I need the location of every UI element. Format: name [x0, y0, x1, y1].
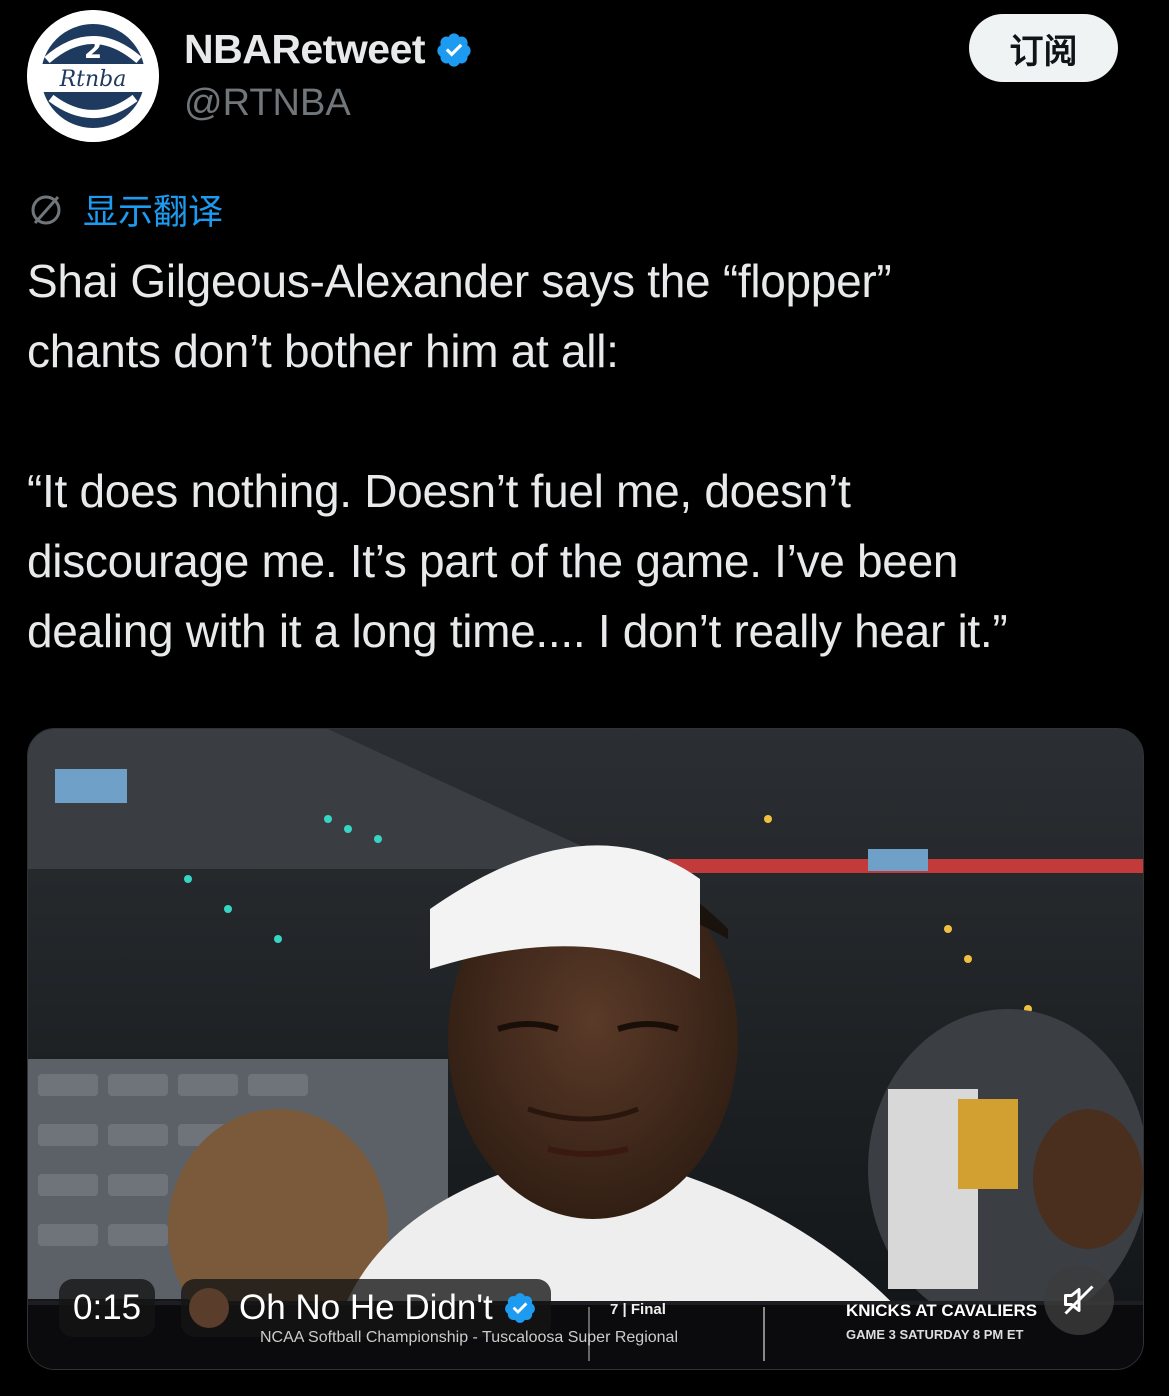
no-translation-icon	[31, 195, 61, 224]
author-name-row: NBARetweet	[184, 26, 473, 73]
ticker-game-time: GAME 3 SATURDAY 8 PM ET	[846, 1327, 1024, 1342]
video-timestamp: 0:15	[59, 1279, 156, 1337]
ticker-final-score: 7 | Final	[610, 1301, 666, 1318]
author-avatar[interactable]: Rtnba 2	[27, 10, 159, 142]
subscribe-button[interactable]: 订阅	[969, 14, 1118, 82]
svg-text:Rtnba: Rtnba	[59, 67, 127, 92]
source-verified-badge-icon	[504, 1293, 535, 1323]
mute-button[interactable]	[1044, 1265, 1114, 1335]
author-handle[interactable]: @RTNBA	[184, 82, 351, 125]
source-avatar	[189, 1288, 229, 1328]
translate-row[interactable]: 显示翻译	[27, 184, 223, 235]
video-frame	[28, 729, 1143, 1369]
author-display-name[interactable]: NBARetweet	[184, 26, 426, 73]
verified-badge-icon	[437, 32, 471, 67]
video-source-name: Oh No He Didn't	[239, 1288, 493, 1327]
muted-speaker-icon	[1064, 1285, 1094, 1315]
rtnba-logo: Rtnba 2	[27, 10, 159, 142]
ticker-matchup: KNICKS AT CAVALIERS	[846, 1301, 1038, 1320]
show-translation-link[interactable]: 显示翻译	[83, 184, 223, 235]
video-player[interactable]: 0:15 Oh No He Didn't 7 | Final NCAA Soft…	[27, 728, 1144, 1370]
tweet-text: Shai Gilgeous-Alexander says the “floppe…	[27, 255, 1008, 657]
svg-text:2: 2	[84, 35, 102, 65]
ticker-headline: NCAA Softball Championship - Tuscaloosa …	[260, 1329, 679, 1346]
